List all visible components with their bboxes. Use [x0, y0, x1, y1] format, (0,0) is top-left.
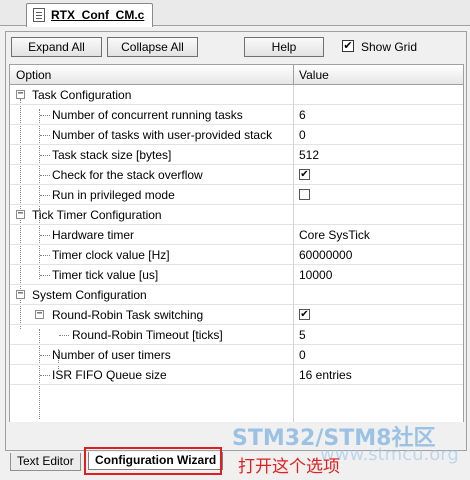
tree-row[interactable]: Number of tasks with user-provided stack…: [10, 125, 463, 145]
tree-row[interactable]: Task stack size [bytes] 512: [10, 145, 463, 165]
file-tab-label: RTX_Conf_CM.c: [51, 8, 145, 22]
tree-row[interactable]: Timer clock value [Hz] 60000000: [10, 245, 463, 265]
tree-connector: [40, 275, 50, 276]
value-column-line: [293, 85, 294, 105]
collapse-icon[interactable]: −: [16, 89, 25, 99]
option-value[interactable]: 0: [299, 348, 306, 362]
tree-row[interactable]: Run in privileged mode: [10, 185, 463, 205]
group-label: System Configuration: [32, 288, 147, 302]
configuration-wizard-panel: Expand All Collapse All Help ✔ Show Grid…: [5, 31, 467, 451]
group-label: Tick Timer Configuration: [32, 208, 162, 222]
tree-group-row[interactable]: − System Configuration: [10, 285, 463, 305]
value-column-line: [293, 105, 294, 125]
value-column-line: [293, 185, 294, 205]
value-column-line: [293, 285, 294, 305]
option-column-header[interactable]: Option: [16, 68, 51, 82]
value-column-line: [293, 345, 294, 365]
value-column-line: [293, 305, 294, 325]
option-label: Timer tick value [us]: [52, 268, 159, 282]
document-icon: [33, 8, 45, 22]
collapse-icon[interactable]: −: [16, 209, 25, 219]
tree-connector: [59, 335, 69, 336]
option-value[interactable]: 10000: [299, 268, 332, 282]
option-label: Timer clock value [Hz]: [52, 248, 170, 262]
tree-row[interactable]: − Round-Robin Task switching ✔: [10, 305, 463, 325]
value-column-line: [293, 225, 294, 245]
help-button[interactable]: Help: [244, 37, 324, 57]
tree-header: Option Value: [10, 65, 463, 85]
file-tab-strip: RTX_Conf_CM.c: [0, 0, 470, 27]
value-column-header[interactable]: Value: [299, 68, 329, 82]
toolbar: Expand All Collapse All Help ✔ Show Grid: [6, 32, 466, 62]
show-grid-checkbox[interactable]: ✔: [342, 40, 354, 52]
value-column-line: [293, 205, 294, 225]
option-label: Hardware timer: [52, 228, 135, 242]
tree-connector: [40, 195, 50, 196]
tree-connector: [40, 115, 50, 116]
option-label: ISR FIFO Queue size: [52, 368, 167, 382]
tree-connector: [40, 375, 50, 376]
stack-overflow-checkbox[interactable]: ✔: [299, 169, 310, 180]
value-column-line: [293, 125, 294, 145]
tree-row[interactable]: ISR FIFO Queue size 16 entries: [10, 365, 463, 385]
column-divider[interactable]: [293, 65, 294, 85]
option-label: Number of user timers: [52, 348, 171, 362]
tree-row[interactable]: Number of user timers 0: [10, 345, 463, 365]
option-label: Number of concurrent running tasks: [52, 108, 243, 122]
highlight-box: [84, 447, 222, 475]
option-label: Check for the stack overflow: [52, 168, 203, 182]
tree-row[interactable]: Check for the stack overflow ✔: [10, 165, 463, 185]
tree-connector: [40, 175, 50, 176]
options-tree: Option Value − Task Configuration Number…: [9, 64, 464, 445]
option-label: Round-Robin Task switching: [52, 308, 204, 322]
tree-group-row[interactable]: − Tick Timer Configuration: [10, 205, 463, 225]
value-column-line: [293, 165, 294, 185]
tree-group-row[interactable]: − Task Configuration: [10, 85, 463, 105]
value-column-line: [293, 265, 294, 285]
collapse-icon[interactable]: −: [35, 309, 44, 319]
tree-connector: [40, 135, 50, 136]
tree-row[interactable]: Timer tick value [us] 10000: [10, 265, 463, 285]
tree-connector: [40, 235, 50, 236]
round-robin-checkbox[interactable]: ✔: [299, 309, 310, 320]
option-label: Run in privileged mode: [52, 188, 175, 202]
option-value[interactable]: 512: [299, 148, 319, 162]
expand-all-button[interactable]: Expand All: [11, 37, 102, 57]
privileged-mode-checkbox[interactable]: [299, 189, 310, 200]
option-value[interactable]: 6: [299, 108, 306, 122]
value-column-line: [293, 245, 294, 265]
tree-connector: [40, 155, 50, 156]
option-label: Task stack size [bytes]: [52, 148, 172, 162]
collapse-all-button[interactable]: Collapse All: [107, 37, 198, 57]
tree-row[interactable]: Hardware timer Core SysTick: [10, 225, 463, 245]
tree-connector: [40, 355, 50, 356]
option-label: Number of tasks with user-provided stack: [52, 128, 273, 142]
collapse-icon[interactable]: −: [16, 289, 25, 299]
group-label: Task Configuration: [32, 88, 132, 102]
value-column-line: [293, 325, 294, 345]
option-value[interactable]: Core SysTick: [299, 228, 370, 242]
tree-row[interactable]: Round-Robin Timeout [ticks] 5: [10, 325, 463, 345]
option-value[interactable]: 0: [299, 128, 306, 142]
value-column-line: [293, 145, 294, 165]
option-value[interactable]: 16 entries: [299, 368, 352, 382]
show-grid-label: Show Grid: [361, 40, 418, 54]
option-value[interactable]: 60000000: [299, 248, 352, 262]
bottom-tab-strip: Text Editor Configuration Wizard: [0, 451, 470, 480]
value-column-line: [293, 365, 294, 385]
file-tab[interactable]: RTX_Conf_CM.c: [26, 3, 154, 27]
tree-row[interactable]: Number of concurrent running tasks 6: [10, 105, 463, 125]
annotation-text: 打开这个选项: [238, 457, 340, 477]
tab-text-editor[interactable]: Text Editor: [10, 453, 81, 471]
tree-connector: [40, 255, 50, 256]
option-label: Round-Robin Timeout [ticks]: [72, 328, 223, 342]
option-value[interactable]: 5: [299, 328, 306, 342]
